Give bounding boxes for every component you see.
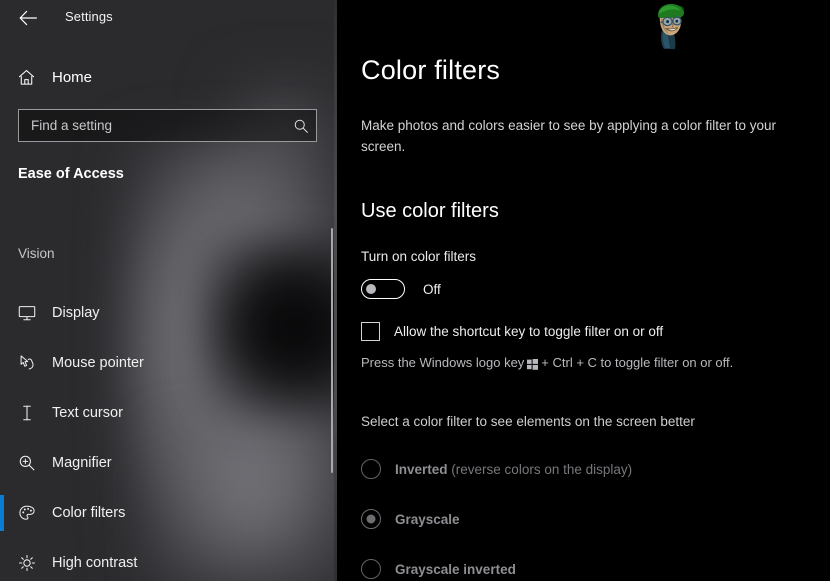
toggle-state-label: Off <box>423 281 441 297</box>
title-bar: Settings <box>0 0 337 36</box>
sidebar-item-home[interactable]: Home <box>0 61 337 93</box>
search-icon[interactable] <box>286 110 316 141</box>
sidebar-scrollbar-thumb[interactable] <box>331 228 333 473</box>
search-input[interactable] <box>19 118 286 133</box>
sidebar-item-label: High contrast <box>52 555 138 571</box>
shortcut-hint-text: Press the Windows logo key + Ctrl + C to… <box>361 355 733 370</box>
radio-label: Grayscale inverted <box>395 561 516 577</box>
radio-mark <box>361 459 381 479</box>
filter-select-prompt: Select a color filter to see elements on… <box>361 414 695 429</box>
sidebar-item-text-cursor[interactable]: Text cursor <box>0 388 337 438</box>
radio-label: Inverted (reverse colors on the display) <box>395 461 633 477</box>
shortcut-hint-after: + Ctrl + C to toggle filter on or off. <box>541 355 734 370</box>
category-title: Ease of Access <box>18 166 124 182</box>
shortcut-checkbox[interactable] <box>361 322 380 341</box>
sidebar-nav: Display Mouse pointer Text cursor Magnif… <box>0 288 337 581</box>
palette-icon <box>16 502 38 524</box>
home-icon <box>16 67 36 87</box>
radio-option-grayscale[interactable]: Grayscale <box>361 494 821 544</box>
sidebar-item-mouse-pointer[interactable]: Mouse pointer <box>0 338 337 388</box>
sidebar-item-label: Display <box>52 305 100 321</box>
color-filters-toggle[interactable] <box>361 279 405 299</box>
shortcut-hint-before: Press the Windows logo key <box>361 355 525 370</box>
mouse-pointer-icon <box>16 352 38 374</box>
sidebar-group-title: Vision <box>18 246 55 261</box>
radio-option-inverted[interactable]: Inverted (reverse colors on the display) <box>361 444 821 494</box>
monitor-icon <box>16 302 38 324</box>
radio-label: Grayscale <box>395 511 460 527</box>
toggle-knob <box>366 284 376 294</box>
color-filters-toggle-row: Off <box>361 278 441 300</box>
section-title-use-color-filters: Use color filters <box>361 200 499 222</box>
page-title: Color filters <box>361 55 501 85</box>
sidebar-item-label-home: Home <box>52 68 93 86</box>
sidebar-item-high-contrast[interactable]: High contrast <box>0 538 337 581</box>
sidebar-item-color-filters[interactable]: Color filters <box>0 488 337 538</box>
window-title: Settings <box>65 9 113 24</box>
selected-accent-bar <box>0 495 4 531</box>
sidebar: Settings Home Find a setting Ease of Acc… <box>0 0 337 581</box>
sidebar-item-label: Mouse pointer <box>52 355 144 371</box>
radio-mark <box>361 559 381 579</box>
color-filter-radio-group: Inverted (reverse colors on the display)… <box>361 444 821 581</box>
magnifier-icon <box>16 452 38 474</box>
sidebar-item-display[interactable]: Display <box>0 288 337 338</box>
main-content: Color filters Make photos and colors eas… <box>340 0 830 581</box>
shortcut-checkbox-row[interactable]: Allow the shortcut key to toggle filter … <box>361 322 663 341</box>
settings-window: Settings Home Find a setting Ease of Acc… <box>0 0 830 581</box>
radio-mark <box>361 509 381 529</box>
sidebar-item-label: Magnifier <box>52 455 112 471</box>
page-description: Make photos and colors easier to see by … <box>361 118 776 154</box>
radio-option-grayscale-inverted[interactable]: Grayscale inverted <box>361 544 821 581</box>
toggle-label: Turn on color filters <box>361 249 477 264</box>
sidebar-item-magnifier[interactable]: Magnifier <box>0 438 337 488</box>
cartoon-face-mascot-icon <box>645 2 693 52</box>
search-box[interactable] <box>18 109 317 142</box>
text-cursor-icon <box>16 402 38 424</box>
shortcut-checkbox-label: Allow the shortcut key to toggle filter … <box>394 324 664 339</box>
windows-logo-icon <box>527 358 539 370</box>
sidebar-item-label: Text cursor <box>52 405 123 421</box>
back-arrow-icon[interactable] <box>12 4 44 32</box>
brightness-icon <box>16 552 38 574</box>
sidebar-item-label: Color filters <box>52 505 126 521</box>
